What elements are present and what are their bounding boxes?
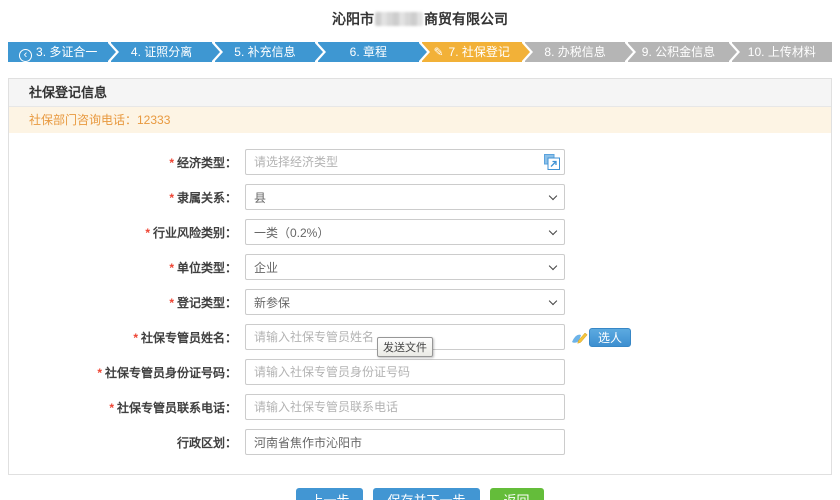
form-row-administrator-id-number: *社保专管员身份证号码： [9, 359, 831, 385]
field-label: 行政区划： [9, 434, 245, 451]
required-mark: * [145, 226, 150, 240]
required-mark: * [109, 401, 114, 415]
unit-type-field: 企业 [245, 254, 565, 280]
company-name-prefix: 沁阳市 [332, 11, 374, 27]
step-label: 5. 补充信息 [234, 45, 295, 59]
form-row-unit-type: *单位类型： 企业 [9, 254, 831, 280]
save-and-next-button[interactable]: 保存并下一步 [373, 488, 479, 500]
industry-risk-field: 一类（0.2%） [245, 219, 565, 245]
field-label: *社保专管员身份证号码： [9, 364, 245, 381]
step-breadcrumb: ‹3. 多证合一 4. 证照分离 5. 补充信息 6. 章程 ✎7. 社保登记 … [8, 42, 832, 62]
previous-step-button[interactable]: 上一步 [296, 488, 363, 500]
redacted-company-name [375, 12, 423, 26]
administrator-phone-field [245, 394, 565, 420]
required-mark: * [169, 296, 174, 310]
step-label: 7. 社保登记 [449, 45, 510, 59]
page-title: 沁阳市 商贸有限公司 [0, 0, 840, 29]
picker-dialog-icon[interactable] [543, 153, 561, 171]
selected-value: 县 [254, 189, 266, 206]
step-label: 8. 办税信息 [544, 45, 605, 59]
back-circle-icon[interactable]: ‹ [19, 49, 32, 62]
step-7-social-security[interactable]: ✎ 7. 社保登记 [422, 42, 522, 62]
industry-risk-select[interactable]: 一类（0.2%） [245, 219, 565, 245]
page: 沁阳市 商贸有限公司 ‹ 3. 多证合一 4. 证照分离 5. 补充信息 6. 章程… [0, 0, 840, 500]
return-button[interactable]: 返回 [490, 488, 544, 500]
step-label: 10. 上传材料 [748, 45, 816, 59]
form-row-economic-type: *经济类型： [9, 149, 831, 175]
required-mark: * [97, 366, 102, 380]
pencil-icon: ✎ [433, 42, 443, 62]
step-3-multi-cert[interactable]: ‹ 3. 多证合一 [8, 42, 108, 62]
administrative-division-input[interactable] [245, 429, 565, 455]
required-mark: * [169, 191, 174, 205]
step-4-license-separation[interactable]: 4. 证照分离 [111, 42, 211, 62]
step-10-upload-materials[interactable]: 10. 上传材料 [732, 42, 832, 62]
field-label: *登记类型： [9, 294, 245, 311]
step-label: 3. 多证合一 [36, 45, 97, 59]
company-name-suffix: 商贸有限公司 [424, 11, 508, 27]
field-label: *社保专管员姓名： [9, 329, 245, 346]
required-mark: * [169, 261, 174, 275]
footer-actions: 上一步 保存并下一步 返回 [0, 488, 840, 500]
required-mark: * [169, 156, 174, 170]
unit-type-select[interactable]: 企业 [245, 254, 565, 280]
affiliation-field: 县 [245, 184, 565, 210]
step-8-tax-info[interactable]: 8. 办税信息 [525, 42, 625, 62]
social-security-panel: 社保登记信息 社保部门咨询电话：12333 *经济类型： *隶属关系： [8, 78, 832, 475]
field-label: *隶属关系： [9, 189, 245, 206]
step-label: 4. 证照分离 [131, 45, 192, 59]
economic-type-input[interactable] [245, 149, 565, 175]
administrator-id-field [245, 359, 565, 385]
form-row-administrator-phone: *社保专管员联系电话： [9, 394, 831, 420]
hotline-notice: 社保部门咨询电话：12333 [9, 107, 831, 133]
administrator-id-input[interactable] [245, 359, 565, 385]
form-row-administrative-division: 行政区划： [9, 429, 831, 455]
panel-header: 社保登记信息 [9, 79, 831, 107]
economic-type-field [245, 149, 565, 175]
registration-type-select[interactable]: 新参保 [245, 289, 565, 315]
step-9-housing-fund[interactable]: 9. 公积金信息 [628, 42, 728, 62]
choose-person-button[interactable]: 选人 [589, 328, 631, 347]
form-row-industry-risk: *行业风险类别： 一类（0.2%） [9, 219, 831, 245]
choose-person-group: 选人 [570, 328, 631, 347]
social-security-form: *经济类型： *隶属关系： 县 [9, 133, 831, 474]
affiliation-select[interactable]: 县 [245, 184, 565, 210]
field-label: *社保专管员联系电话： [9, 399, 245, 416]
form-row-affiliation: *隶属关系： 县 [9, 184, 831, 210]
step-label: 9. 公积金信息 [642, 45, 715, 59]
step-5-supplementary-info[interactable]: 5. 补充信息 [215, 42, 315, 62]
field-label: *行业风险类别： [9, 224, 245, 241]
step-label: 6. 章程 [350, 45, 387, 59]
selected-value: 企业 [254, 259, 278, 276]
required-mark: * [133, 331, 138, 345]
administrative-division-field [245, 429, 565, 455]
selected-value: 新参保 [254, 294, 290, 311]
drag-file-tooltip: 发送文件 [377, 337, 433, 357]
field-label: *经济类型： [9, 154, 245, 171]
step-6-articles[interactable]: 6. 章程 [318, 42, 418, 62]
selected-value: 一类（0.2%） [254, 224, 329, 241]
form-row-registration-type: *登记类型： 新参保 [9, 289, 831, 315]
administrator-phone-input[interactable] [245, 394, 565, 420]
person-picker-icon [570, 330, 588, 345]
field-label: *单位类型： [9, 259, 245, 276]
registration-type-field: 新参保 [245, 289, 565, 315]
